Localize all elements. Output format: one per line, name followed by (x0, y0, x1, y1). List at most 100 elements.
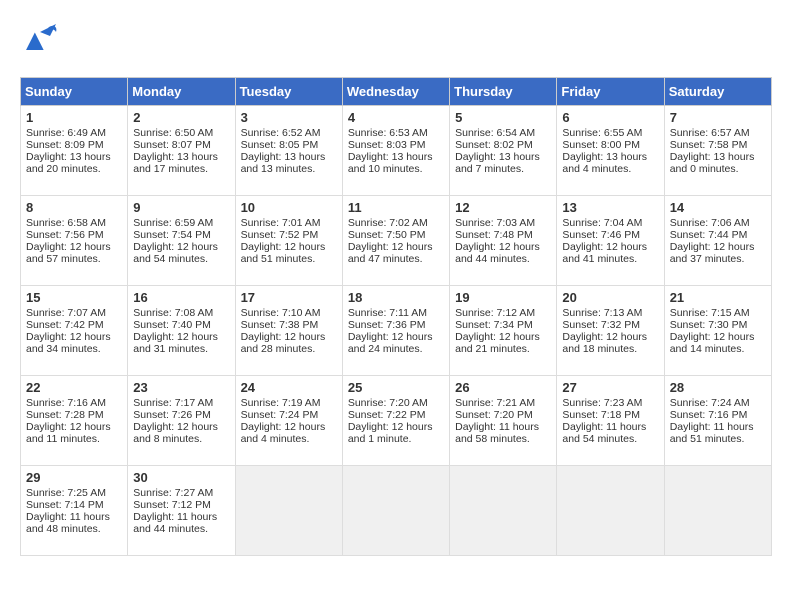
day-info-line: and 58 minutes. (455, 433, 551, 445)
day-info-line: Daylight: 13 hours (455, 151, 551, 163)
day-number: 8 (26, 200, 122, 215)
day-info-line: Sunrise: 6:58 AM (26, 217, 122, 229)
day-info-line: and 37 minutes. (670, 253, 766, 265)
day-info-line: and 20 minutes. (26, 163, 122, 175)
day-number: 5 (455, 110, 551, 125)
day-info-line: Sunset: 7:22 PM (348, 409, 444, 421)
day-info-line: Sunrise: 7:08 AM (133, 307, 229, 319)
day-info-line: Sunrise: 7:23 AM (562, 397, 658, 409)
day-info-line: Sunrise: 7:19 AM (241, 397, 337, 409)
day-info-line: Sunset: 7:52 PM (241, 229, 337, 241)
day-number: 22 (26, 380, 122, 395)
calendar-cell: 18Sunrise: 7:11 AMSunset: 7:36 PMDayligh… (342, 286, 449, 376)
day-info-line: and 4 minutes. (562, 163, 658, 175)
calendar-cell: 6Sunrise: 6:55 AMSunset: 8:00 PMDaylight… (557, 106, 664, 196)
calendar-cell: 30Sunrise: 7:27 AMSunset: 7:12 PMDayligh… (128, 466, 235, 556)
day-info-line: and 17 minutes. (133, 163, 229, 175)
day-info-line: Sunset: 7:54 PM (133, 229, 229, 241)
day-info-line: Sunrise: 7:03 AM (455, 217, 551, 229)
day-info-line: Daylight: 11 hours (670, 421, 766, 433)
calendar-cell: 10Sunrise: 7:01 AMSunset: 7:52 PMDayligh… (235, 196, 342, 286)
day-info-line: and 34 minutes. (26, 343, 122, 355)
day-info-line: Sunset: 7:32 PM (562, 319, 658, 331)
day-number: 3 (241, 110, 337, 125)
day-info-line: and 7 minutes. (455, 163, 551, 175)
day-info-line: Sunrise: 7:16 AM (26, 397, 122, 409)
calendar-cell: 19Sunrise: 7:12 AMSunset: 7:34 PMDayligh… (450, 286, 557, 376)
day-info-line: Sunset: 7:28 PM (26, 409, 122, 421)
day-number: 2 (133, 110, 229, 125)
day-info-line: Daylight: 11 hours (26, 511, 122, 523)
week-row-3: 15Sunrise: 7:07 AMSunset: 7:42 PMDayligh… (21, 286, 772, 376)
day-info-line: Sunset: 7:30 PM (670, 319, 766, 331)
day-number: 23 (133, 380, 229, 395)
calendar-cell: 24Sunrise: 7:19 AMSunset: 7:24 PMDayligh… (235, 376, 342, 466)
day-info-line: and 54 minutes. (133, 253, 229, 265)
day-info-line: Daylight: 12 hours (348, 421, 444, 433)
calendar-cell: 29Sunrise: 7:25 AMSunset: 7:14 PMDayligh… (21, 466, 128, 556)
day-info-line: Sunrise: 6:53 AM (348, 127, 444, 139)
day-info-line: and 41 minutes. (562, 253, 658, 265)
calendar-cell (664, 466, 771, 556)
day-info-line: and 1 minute. (348, 433, 444, 445)
day-info-line: Sunrise: 7:24 AM (670, 397, 766, 409)
day-info-line: Daylight: 12 hours (241, 241, 337, 253)
day-info-line: Daylight: 12 hours (455, 331, 551, 343)
logo-icon: ▲ (20, 20, 60, 67)
day-number: 28 (670, 380, 766, 395)
day-info-line: Sunset: 7:40 PM (133, 319, 229, 331)
calendar-cell: 21Sunrise: 7:15 AMSunset: 7:30 PMDayligh… (664, 286, 771, 376)
day-info-line: and 57 minutes. (26, 253, 122, 265)
day-info-line: Daylight: 12 hours (348, 331, 444, 343)
header: ▲ (20, 20, 772, 67)
day-number: 12 (455, 200, 551, 215)
calendar-cell (235, 466, 342, 556)
day-info-line: Sunrise: 7:17 AM (133, 397, 229, 409)
day-info-line: Sunrise: 7:01 AM (241, 217, 337, 229)
day-info-line: and 48 minutes. (26, 523, 122, 535)
day-info-line: Sunset: 7:12 PM (133, 499, 229, 511)
day-info-line: Sunset: 7:46 PM (562, 229, 658, 241)
day-number: 9 (133, 200, 229, 215)
column-header-friday: Friday (557, 78, 664, 106)
day-info-line: and 44 minutes. (133, 523, 229, 535)
day-info-line: Sunrise: 7:27 AM (133, 487, 229, 499)
day-info-line: Sunset: 7:18 PM (562, 409, 658, 421)
day-info-line: and 13 minutes. (241, 163, 337, 175)
day-info-line: Sunset: 7:16 PM (670, 409, 766, 421)
day-info-line: Sunset: 8:09 PM (26, 139, 122, 151)
day-info-line: Sunset: 7:26 PM (133, 409, 229, 421)
day-number: 4 (348, 110, 444, 125)
day-number: 21 (670, 290, 766, 305)
calendar-cell: 20Sunrise: 7:13 AMSunset: 7:32 PMDayligh… (557, 286, 664, 376)
day-info-line: Sunset: 7:56 PM (26, 229, 122, 241)
day-info-line: Sunset: 8:07 PM (133, 139, 229, 151)
day-info-line: and 28 minutes. (241, 343, 337, 355)
day-info-line: and 44 minutes. (455, 253, 551, 265)
day-number: 27 (562, 380, 658, 395)
calendar-cell: 13Sunrise: 7:04 AMSunset: 7:46 PMDayligh… (557, 196, 664, 286)
week-row-1: 1Sunrise: 6:49 AMSunset: 8:09 PMDaylight… (21, 106, 772, 196)
calendar-cell: 12Sunrise: 7:03 AMSunset: 7:48 PMDayligh… (450, 196, 557, 286)
day-info-line: Sunrise: 7:12 AM (455, 307, 551, 319)
day-info-line: Sunrise: 7:04 AM (562, 217, 658, 229)
logo: ▲ (20, 20, 64, 67)
day-info-line: Daylight: 13 hours (26, 151, 122, 163)
day-info-line: Sunset: 8:05 PM (241, 139, 337, 151)
day-info-line: Sunrise: 6:49 AM (26, 127, 122, 139)
day-info-line: and 31 minutes. (133, 343, 229, 355)
day-info-line: Sunrise: 6:52 AM (241, 127, 337, 139)
day-info-line: Daylight: 12 hours (241, 421, 337, 433)
day-info-line: Daylight: 12 hours (133, 421, 229, 433)
day-number: 7 (670, 110, 766, 125)
day-number: 13 (562, 200, 658, 215)
week-row-5: 29Sunrise: 7:25 AMSunset: 7:14 PMDayligh… (21, 466, 772, 556)
column-header-tuesday: Tuesday (235, 78, 342, 106)
day-number: 17 (241, 290, 337, 305)
calendar-cell (450, 466, 557, 556)
day-info-line: and 21 minutes. (455, 343, 551, 355)
day-info-line: Daylight: 12 hours (133, 241, 229, 253)
column-header-monday: Monday (128, 78, 235, 106)
day-info-line: Sunrise: 7:15 AM (670, 307, 766, 319)
day-info-line: Sunrise: 7:20 AM (348, 397, 444, 409)
